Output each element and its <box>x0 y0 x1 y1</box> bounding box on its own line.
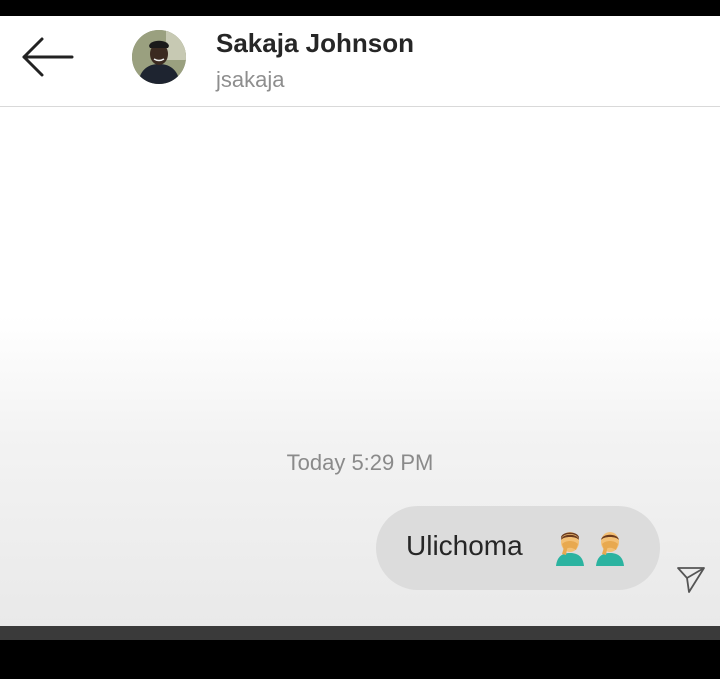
profile-photo <box>132 30 186 84</box>
message-text: Ulichoma <box>406 530 523 561</box>
conversation-header: Sakaja Johnson jsakaja <box>0 16 720 107</box>
dm-conversation-screen: Sakaja Johnson jsakaja Today 5:29 PM Uli… <box>0 16 720 626</box>
message-timestamp: Today 5:29 PM <box>286 450 434 475</box>
contact-username: jsakaja <box>216 67 285 92</box>
avatar[interactable] <box>132 30 186 84</box>
man-facepalming-emoji <box>592 528 628 566</box>
contact-name[interactable]: Sakaja Johnson <box>216 28 414 59</box>
man-facepalming-emoji <box>552 528 588 566</box>
back-button[interactable] <box>18 34 76 80</box>
bottom-bar <box>0 626 720 640</box>
arrow-left-icon <box>22 37 74 77</box>
sent-paper-plane-icon <box>676 564 706 594</box>
message-bubble[interactable]: Ulichoma <box>376 506 660 590</box>
